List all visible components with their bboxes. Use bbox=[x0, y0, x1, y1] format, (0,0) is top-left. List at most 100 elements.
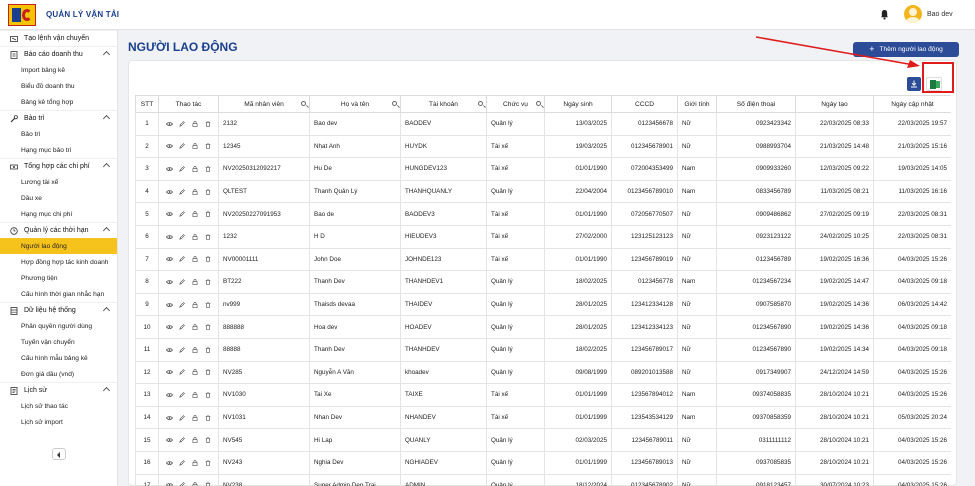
search-icon[interactable] bbox=[478, 101, 483, 106]
lock-icon[interactable] bbox=[192, 414, 198, 421]
column-header[interactable]: Chức vụ bbox=[486, 95, 545, 113]
view-icon[interactable] bbox=[166, 279, 173, 285]
column-header[interactable]: Ngày tạo bbox=[795, 95, 874, 113]
lock-icon[interactable] bbox=[192, 188, 198, 195]
table-row[interactable]: 5 NV20250227091953 Bao de BAODEV3 Tài xế 01/0… bbox=[135, 202, 951, 226]
edit-icon[interactable] bbox=[179, 369, 185, 376]
sidebar-item[interactable]: Biểu đồ doanh thu bbox=[0, 78, 117, 94]
view-icon[interactable] bbox=[166, 460, 173, 466]
sidebar-group-5[interactable]: Dữ liệu hệ thống bbox=[0, 302, 117, 318]
bell-icon[interactable] bbox=[880, 9, 889, 20]
edit-icon[interactable] bbox=[179, 392, 185, 398]
search-icon[interactable] bbox=[536, 101, 541, 106]
view-icon[interactable] bbox=[166, 324, 173, 330]
column-header[interactable]: Họ và tên bbox=[309, 95, 401, 113]
table-row[interactable]: 9 nv999 Thaisds devaa THAIDEV Quản lý 28/01/2… bbox=[135, 292, 951, 317]
delete-icon[interactable] bbox=[205, 346, 211, 353]
delete-icon[interactable] bbox=[205, 234, 211, 240]
edit-icon[interactable] bbox=[179, 437, 185, 443]
column-header[interactable]: STT bbox=[135, 95, 159, 113]
sidebar-item[interactable]: Cấu hình mẫu bảng kê bbox=[0, 350, 117, 366]
view-icon[interactable] bbox=[166, 482, 173, 486]
sidebar-item[interactable]: Dầu xe bbox=[0, 190, 117, 206]
view-icon[interactable] bbox=[166, 256, 173, 262]
sidebar-group-0[interactable]: Tạo lệnh vận chuyển bbox=[0, 30, 117, 46]
sidebar-item[interactable]: Hợp đồng hợp tác kinh doanh bbox=[0, 254, 117, 270]
edit-icon[interactable] bbox=[179, 279, 185, 285]
view-icon[interactable] bbox=[166, 347, 173, 353]
sidebar-item[interactable]: Phân quyền người dùng bbox=[0, 318, 117, 334]
column-header[interactable]: Giới tính bbox=[677, 95, 717, 113]
table-row[interactable]: 13 NV1030 Tai Xe TAIXE Tài xế 01/01/1999 12356… bbox=[135, 383, 951, 407]
lock-icon[interactable] bbox=[192, 233, 198, 240]
column-header[interactable]: Ngày cập nhật bbox=[873, 95, 951, 113]
sidebar-item[interactable]: Tuyến vận chuyển bbox=[0, 334, 117, 350]
column-header[interactable]: Tài khoản bbox=[400, 95, 487, 113]
sidebar-item[interactable]: Lương tài xế bbox=[0, 174, 117, 190]
lock-icon[interactable] bbox=[192, 459, 198, 466]
edit-icon[interactable] bbox=[179, 121, 185, 127]
delete-icon[interactable] bbox=[205, 279, 211, 285]
sidebar-item[interactable]: Cấu hình thời gian nhắc hạn bbox=[0, 286, 117, 302]
sidebar-item[interactable]: Bảo trì bbox=[0, 126, 117, 142]
sidebar-group-3[interactable]: Tổng hợp các chi phí bbox=[0, 158, 117, 174]
search-icon[interactable] bbox=[301, 101, 306, 106]
table-row[interactable]: 15 NV545 Hi Lap QUANLY Quản lý 02/03/2025 1234… bbox=[135, 428, 951, 452]
edit-icon[interactable] bbox=[179, 414, 185, 421]
view-icon[interactable] bbox=[166, 437, 173, 443]
sidebar-group-1[interactable]: Báo cáo doanh thu bbox=[0, 46, 117, 62]
view-icon[interactable] bbox=[166, 189, 173, 195]
company-logo[interactable] bbox=[8, 4, 36, 26]
sidebar-group-4[interactable]: Quản lý các thời hạn bbox=[0, 222, 117, 238]
view-icon[interactable] bbox=[166, 369, 173, 375]
table-row[interactable]: 14 NV1031 Nhan Dev NHANDEV Tài xế 01/01/1999 1… bbox=[135, 405, 951, 430]
lock-icon[interactable] bbox=[192, 392, 198, 398]
lock-icon[interactable] bbox=[192, 120, 198, 127]
sidebar-item[interactable]: Lịch sử thao tác bbox=[0, 398, 117, 414]
column-header[interactable]: CCCD bbox=[611, 95, 678, 113]
lock-icon[interactable] bbox=[192, 211, 198, 218]
edit-icon[interactable] bbox=[179, 301, 185, 308]
lock-icon[interactable] bbox=[192, 166, 198, 172]
avatar[interactable] bbox=[904, 5, 922, 23]
column-header[interactable]: Ngày sinh bbox=[544, 95, 612, 113]
edit-icon[interactable] bbox=[179, 143, 185, 150]
sidebar-item[interactable]: Import bảng kê bbox=[0, 62, 117, 78]
lock-icon[interactable] bbox=[192, 301, 198, 308]
view-icon[interactable] bbox=[166, 415, 173, 421]
search-icon[interactable] bbox=[392, 101, 397, 106]
user-name[interactable]: Bao dev bbox=[927, 11, 953, 18]
sidebar-group-6[interactable]: Lịch sử bbox=[0, 382, 117, 398]
delete-icon[interactable] bbox=[205, 482, 211, 486]
view-icon[interactable] bbox=[166, 302, 173, 308]
lock-icon[interactable] bbox=[192, 346, 198, 353]
delete-icon[interactable] bbox=[205, 166, 211, 172]
edit-icon[interactable] bbox=[179, 482, 185, 486]
delete-icon[interactable] bbox=[205, 414, 211, 421]
table-row[interactable]: 16 NV243 Nghia Dev NGHIADEV Quản lý 01/01/199… bbox=[135, 450, 951, 475]
sidebar-item[interactable]: Bảng kê tổng hợp bbox=[0, 94, 117, 110]
table-row[interactable]: 12 NV285 Nguyễn A Văn khoadev Quản lý 09/08/1… bbox=[135, 360, 951, 385]
column-header[interactable]: Thao tác bbox=[158, 95, 219, 113]
view-icon[interactable] bbox=[166, 211, 173, 217]
employee-table-container[interactable]: STT Thao tác Mã nhân viên Họ và tên Tài khoả… bbox=[135, 95, 951, 486]
delete-icon[interactable] bbox=[205, 188, 211, 195]
delete-icon[interactable] bbox=[205, 392, 211, 398]
view-icon[interactable] bbox=[166, 143, 173, 149]
edit-icon[interactable] bbox=[179, 234, 185, 240]
table-row[interactable]: 3 NV20250312092217 Hu De HUNGDEV123 Tài xế 01… bbox=[135, 157, 951, 181]
lock-icon[interactable] bbox=[192, 143, 198, 150]
download-button[interactable] bbox=[907, 77, 921, 91]
table-row[interactable]: 1 2132 Bao dev BAODEV Quản lý 13/03/2025 01234… bbox=[135, 112, 951, 136]
lock-icon[interactable] bbox=[192, 437, 198, 443]
column-header[interactable]: Số điện thoại bbox=[716, 95, 796, 113]
edit-icon[interactable] bbox=[179, 211, 185, 217]
delete-icon[interactable] bbox=[205, 211, 211, 217]
delete-icon[interactable] bbox=[205, 369, 211, 376]
sidebar-item[interactable]: Lịch sử import bbox=[0, 414, 117, 430]
edit-icon[interactable] bbox=[179, 459, 185, 466]
sidebar-item[interactable]: Hạng mục bảo trì bbox=[0, 142, 117, 158]
view-icon[interactable] bbox=[166, 234, 173, 240]
table-row[interactable]: 2 12345 Nhat Anh HUYDK Tài xế 19/03/2025 01234… bbox=[135, 134, 951, 159]
sidebar-item[interactable]: Đơn giá dầu (vnd) bbox=[0, 366, 117, 382]
